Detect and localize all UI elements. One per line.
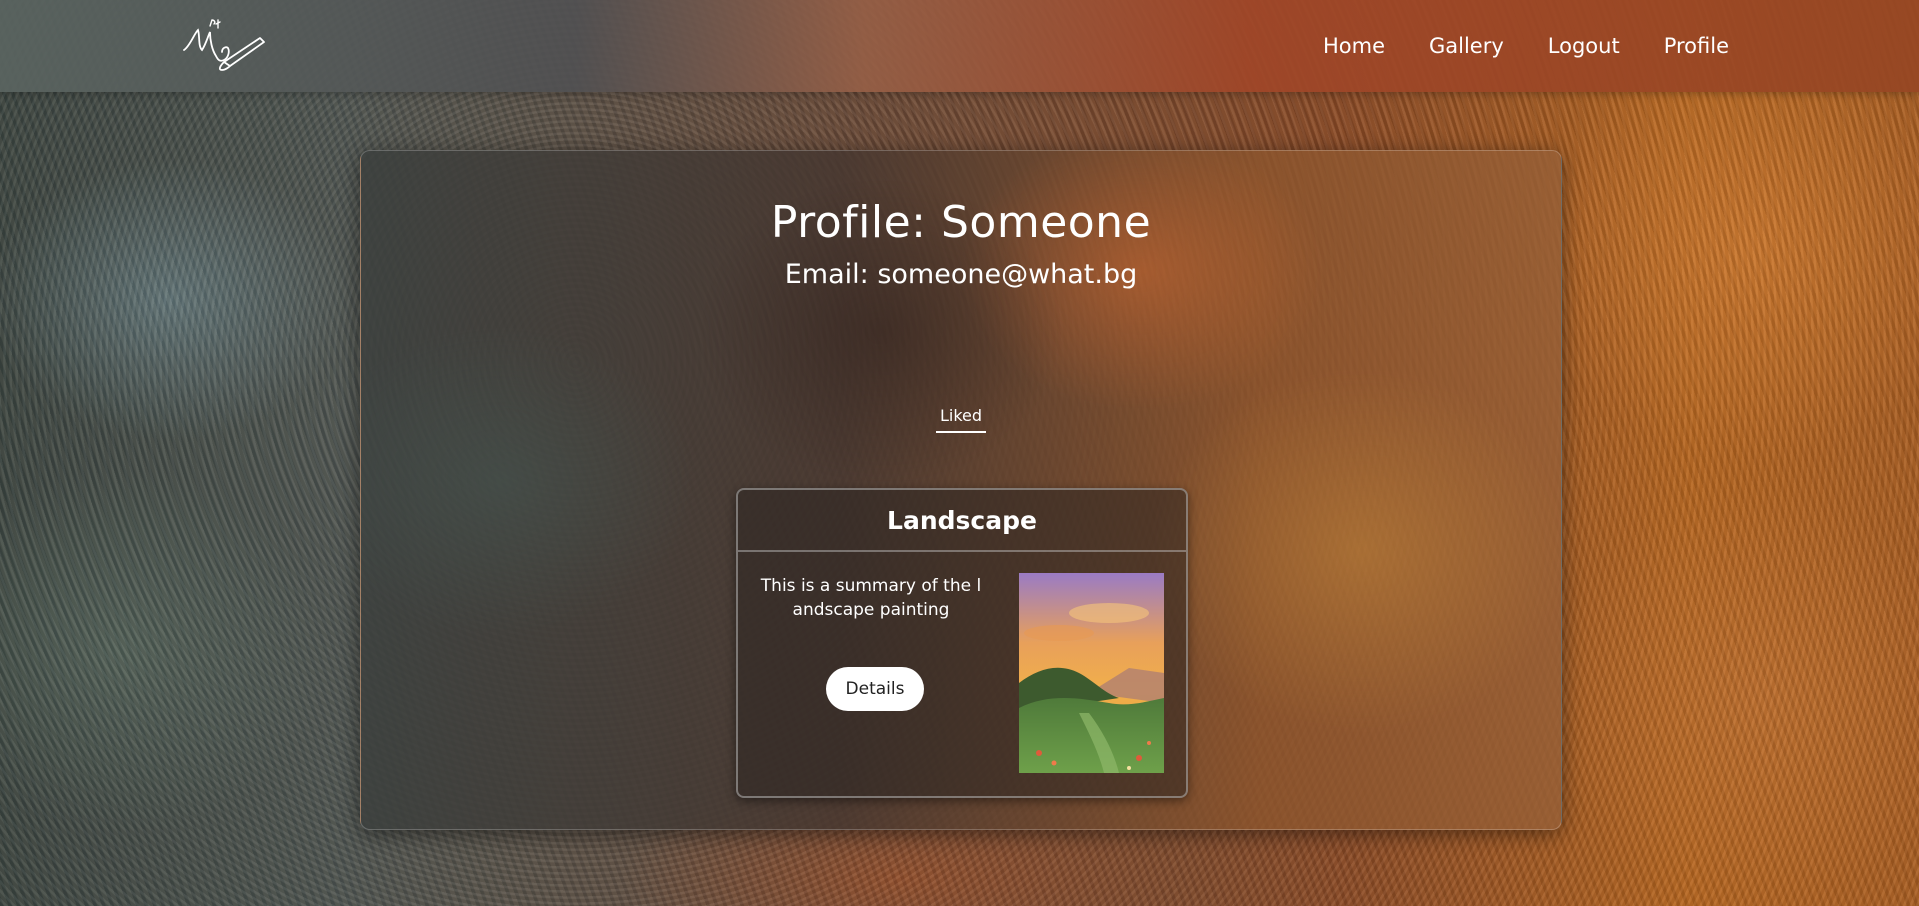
landscape-painting-icon: [1019, 573, 1164, 773]
nav-home-link[interactable]: Home: [1323, 34, 1385, 58]
profile-email: Email: someone@what.bg: [784, 259, 1138, 290]
nav-profile-link[interactable]: Profile: [1664, 34, 1729, 58]
nav-links: Home Gallery Logout Profile: [1323, 0, 1729, 92]
nav-gallery-link[interactable]: Gallery: [1429, 34, 1504, 58]
painting-card: Landscape This is a summary of the lands…: [736, 488, 1188, 798]
details-button[interactable]: Details: [826, 667, 924, 711]
profile-panel: Profile: Someone Email: someone@what.bg …: [360, 150, 1562, 830]
card-summary: This is a summary of the landscape paint…: [760, 576, 982, 620]
nav-logout-link[interactable]: Logout: [1548, 34, 1620, 58]
profile-title: Profile: Someone: [770, 197, 1152, 248]
tab-liked[interactable]: Liked: [936, 406, 986, 433]
card-title: Landscape: [738, 490, 1186, 552]
logo-icon[interactable]: [180, 16, 266, 72]
navbar: Home Gallery Logout Profile: [0, 0, 1919, 92]
